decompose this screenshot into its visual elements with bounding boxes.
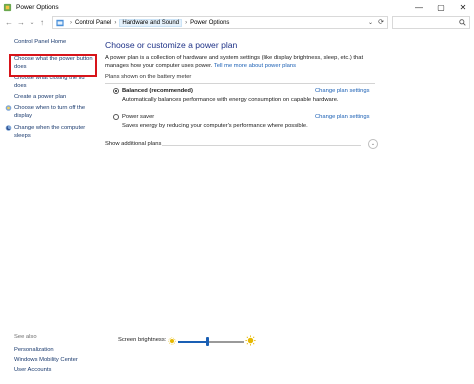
power-options-icon [3, 3, 12, 11]
address-row: ← → ⌄ ↑ › Control Panel › Hardware and S… [0, 14, 474, 31]
breadcrumb-separator: › [185, 19, 188, 26]
maximize-button[interactable]: ▢ [430, 0, 452, 14]
sidebar-item-computer-sleeps[interactable]: Change when the computer sleeps [5, 124, 97, 140]
highlight-annotation [9, 54, 97, 77]
plan-description-power-saver: Saves energy by reducing your computer's… [122, 123, 308, 129]
back-button[interactable]: ← [3, 16, 15, 28]
display-icon [5, 105, 12, 111]
plan-name-balanced[interactable]: Balanced (recommended) [122, 88, 193, 94]
brightness-low-icon [168, 337, 176, 345]
divider [105, 83, 375, 84]
control-panel-icon [56, 19, 64, 26]
window-title: Power Options [16, 3, 59, 11]
plan-name-power-saver[interactable]: Power saver [122, 114, 154, 120]
search-icon [459, 19, 466, 26]
sidebar-item-label: Change when the computer sleeps [14, 125, 86, 139]
search-input[interactable] [392, 16, 470, 29]
sleep-icon [5, 125, 12, 131]
title-bar: Power Options — ▢ ✕ [0, 0, 474, 14]
divider [162, 145, 361, 146]
up-button[interactable]: ↑ [36, 16, 48, 28]
close-button[interactable]: ✕ [452, 0, 474, 14]
sidebar-item-turn-off-display[interactable]: Choose when to turn off the display [5, 104, 97, 120]
see-also-personalization[interactable]: Personalization [14, 346, 54, 354]
brightness-slider-thumb[interactable] [206, 337, 210, 346]
see-also-heading: See also [14, 334, 37, 340]
see-also-mobility-center[interactable]: Windows Mobility Center [14, 356, 78, 364]
breadcrumb-control-panel[interactable]: Control Panel [75, 20, 111, 26]
brightness-high-icon [245, 335, 256, 346]
address-dropdown-icon[interactable]: ⌄ [368, 19, 373, 26]
brightness-slider[interactable] [178, 337, 244, 346]
breadcrumb-power-options[interactable]: Power Options [190, 20, 229, 26]
expand-chevron-icon[interactable]: ⌄ [368, 139, 378, 149]
sidebar-control-panel-home[interactable]: Control Panel Home [14, 38, 66, 46]
plan-description-balanced: Automatically balances performance with … [122, 97, 339, 103]
balanced-radio[interactable] [113, 88, 119, 94]
breadcrumb-hardware-and-sound[interactable]: Hardware and Sound [119, 18, 183, 27]
see-also-user-accounts[interactable]: User Accounts [14, 366, 51, 374]
section-header: Plans shown on the battery meter [105, 74, 192, 80]
address-bar[interactable]: › Control Panel › Hardware and Sound › P… [52, 16, 388, 29]
page-description: A power plan is a collection of hardware… [105, 55, 385, 70]
tell-me-more-link[interactable]: Tell me more about power plans [214, 63, 296, 69]
sidebar-item-create-power-plan[interactable]: Create a power plan [14, 93, 66, 101]
sidebar-item-label: Choose when to turn off the display [14, 105, 86, 119]
screen-brightness-label: Screen brightness: [118, 337, 167, 343]
breadcrumb-separator: › [70, 19, 72, 26]
breadcrumb-separator: › [114, 19, 117, 26]
show-additional-plans-label[interactable]: Show additional plans [105, 141, 161, 147]
change-plan-settings-power-saver-link[interactable]: Change plan settings [315, 114, 369, 120]
brightness-slider-fill [178, 341, 208, 343]
change-plan-settings-balanced-link[interactable]: Change plan settings [315, 88, 369, 94]
page-title: Choose or customize a power plan [105, 40, 238, 50]
minimize-button[interactable]: — [408, 0, 430, 14]
left-pane: Control Panel Home Choose what the power… [0, 31, 98, 384]
main-content: Choose or customize a power plan A power… [98, 31, 474, 384]
power-saver-radio[interactable] [113, 114, 119, 120]
refresh-icon[interactable]: ⟳ [378, 18, 384, 26]
